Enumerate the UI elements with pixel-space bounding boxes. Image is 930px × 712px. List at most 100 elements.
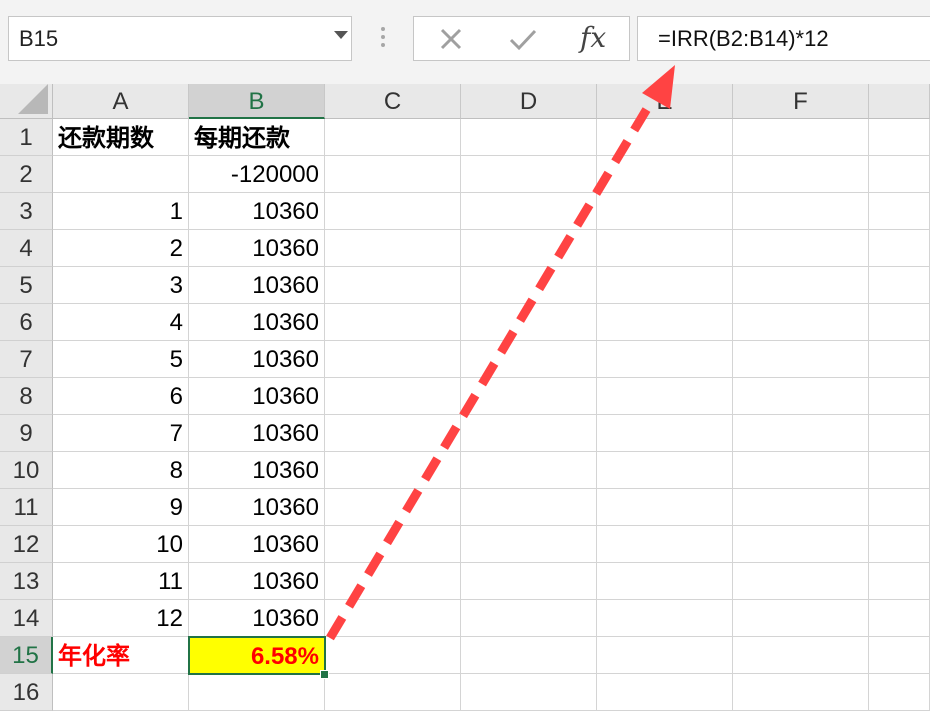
- cell-f5[interactable]: [733, 267, 869, 304]
- row-header-5[interactable]: 5: [0, 267, 53, 304]
- cell-c5[interactable]: [325, 267, 461, 304]
- name-box[interactable]: B15: [8, 16, 352, 61]
- column-header-a[interactable]: A: [53, 84, 189, 119]
- row-header-10[interactable]: 10: [0, 452, 53, 489]
- cell-g8[interactable]: [869, 378, 930, 415]
- cell-a16[interactable]: [53, 674, 189, 711]
- cell-a3[interactable]: 1: [53, 193, 189, 230]
- cell-g5[interactable]: [869, 267, 930, 304]
- select-all-button[interactable]: [0, 84, 53, 119]
- cell-a13[interactable]: 11: [53, 563, 189, 600]
- cell-c2[interactable]: [325, 156, 461, 193]
- cell-e12[interactable]: [597, 526, 733, 563]
- cell-f12[interactable]: [733, 526, 869, 563]
- cell-b15[interactable]: 6.58%: [188, 636, 326, 675]
- cell-b5[interactable]: 10360: [189, 267, 325, 304]
- cell-g15[interactable]: [869, 637, 930, 674]
- cell-b12[interactable]: 10360: [189, 526, 325, 563]
- cell-d12[interactable]: [461, 526, 597, 563]
- cell-a11[interactable]: 9: [53, 489, 189, 526]
- cell-g4[interactable]: [869, 230, 930, 267]
- row-header-2[interactable]: 2: [0, 156, 53, 193]
- row-header-8[interactable]: 8: [0, 378, 53, 415]
- column-header-b[interactable]: B: [189, 84, 325, 119]
- chevron-down-icon[interactable]: [334, 31, 348, 39]
- column-header-f[interactable]: F: [733, 84, 869, 119]
- cell-e14[interactable]: [597, 600, 733, 637]
- cell-b3[interactable]: 10360: [189, 193, 325, 230]
- cell-f4[interactable]: [733, 230, 869, 267]
- cell-d1[interactable]: [461, 119, 597, 156]
- cell-c13[interactable]: [325, 563, 461, 600]
- cell-d4[interactable]: [461, 230, 597, 267]
- cell-d14[interactable]: [461, 600, 597, 637]
- cell-c1[interactable]: [325, 119, 461, 156]
- cell-b6[interactable]: 10360: [189, 304, 325, 341]
- cell-e11[interactable]: [597, 489, 733, 526]
- cell-f7[interactable]: [733, 341, 869, 378]
- cell-c15[interactable]: [325, 637, 461, 674]
- cell-e1[interactable]: [597, 119, 733, 156]
- cell-b13[interactable]: 10360: [189, 563, 325, 600]
- cell-c6[interactable]: [325, 304, 461, 341]
- cell-d2[interactable]: [461, 156, 597, 193]
- cell-g1[interactable]: [869, 119, 930, 156]
- x-icon[interactable]: [438, 23, 466, 55]
- cell-d15[interactable]: [461, 637, 597, 674]
- row-header-11[interactable]: 11: [0, 489, 53, 526]
- cell-b8[interactable]: 10360: [189, 378, 325, 415]
- cell-g14[interactable]: [869, 600, 930, 637]
- formula-input[interactable]: =IRR(B2:B14)*12: [637, 16, 930, 61]
- row-header-6[interactable]: 6: [0, 304, 53, 341]
- cell-b2[interactable]: -120000: [189, 156, 325, 193]
- cell-f16[interactable]: [733, 674, 869, 711]
- cell-a10[interactable]: 8: [53, 452, 189, 489]
- cell-d3[interactable]: [461, 193, 597, 230]
- cell-f6[interactable]: [733, 304, 869, 341]
- cell-c10[interactable]: [325, 452, 461, 489]
- cell-c4[interactable]: [325, 230, 461, 267]
- column-header-e[interactable]: E: [597, 84, 733, 119]
- cell-g10[interactable]: [869, 452, 930, 489]
- cell-f15[interactable]: [733, 637, 869, 674]
- row-header-1[interactable]: 1: [0, 119, 53, 156]
- cell-f14[interactable]: [733, 600, 869, 637]
- row-header-4[interactable]: 4: [0, 230, 53, 267]
- cell-a8[interactable]: 6: [53, 378, 189, 415]
- cell-g9[interactable]: [869, 415, 930, 452]
- cell-d7[interactable]: [461, 341, 597, 378]
- cell-f8[interactable]: [733, 378, 869, 415]
- cell-g2[interactable]: [869, 156, 930, 193]
- cell-b14[interactable]: 10360: [189, 600, 325, 637]
- cell-f13[interactable]: [733, 563, 869, 600]
- cell-a2[interactable]: [53, 156, 189, 193]
- cell-f2[interactable]: [733, 156, 869, 193]
- column-header-d[interactable]: D: [461, 84, 597, 119]
- cell-e9[interactable]: [597, 415, 733, 452]
- fx-icon[interactable]: fx: [580, 21, 606, 54]
- cell-c8[interactable]: [325, 378, 461, 415]
- cell-c3[interactable]: [325, 193, 461, 230]
- cell-f1[interactable]: [733, 119, 869, 156]
- cell-g11[interactable]: [869, 489, 930, 526]
- cell-a9[interactable]: 7: [53, 415, 189, 452]
- cell-e13[interactable]: [597, 563, 733, 600]
- cell-d13[interactable]: [461, 563, 597, 600]
- cell-b16[interactable]: [189, 674, 325, 711]
- cell-c12[interactable]: [325, 526, 461, 563]
- cell-e2[interactable]: [597, 156, 733, 193]
- cell-a14[interactable]: 12: [53, 600, 189, 637]
- cell-a1[interactable]: 还款期数: [53, 119, 189, 156]
- cell-e7[interactable]: [597, 341, 733, 378]
- cell-d9[interactable]: [461, 415, 597, 452]
- cell-b4[interactable]: 10360: [189, 230, 325, 267]
- cell-d6[interactable]: [461, 304, 597, 341]
- cell-c9[interactable]: [325, 415, 461, 452]
- row-header-9[interactable]: 9: [0, 415, 53, 452]
- cell-g12[interactable]: [869, 526, 930, 563]
- cell-b7[interactable]: 10360: [189, 341, 325, 378]
- cell-e16[interactable]: [597, 674, 733, 711]
- drag-handle-icon[interactable]: [381, 27, 385, 51]
- cell-e4[interactable]: [597, 230, 733, 267]
- cell-d10[interactable]: [461, 452, 597, 489]
